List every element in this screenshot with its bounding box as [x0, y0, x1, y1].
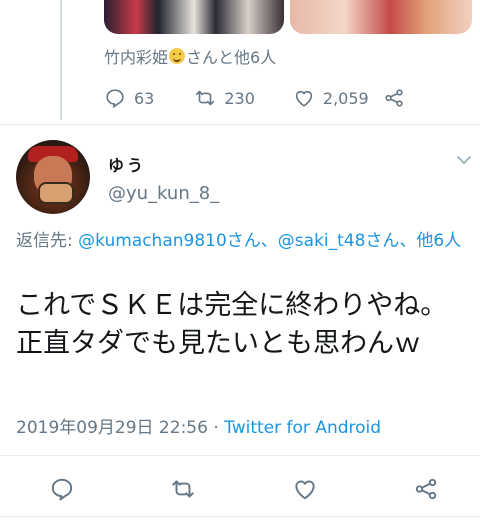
avatar-fist — [38, 182, 74, 204]
reply-others-link[interactable]: 、他6人 — [399, 231, 461, 251]
reply-count: 63 — [134, 88, 155, 108]
liked-by-row[interactable]: 竹内彩姫 さんと他6人 — [104, 44, 276, 68]
user-handle[interactable]: @yu_kun_8_ — [108, 183, 219, 204]
retweet-count: 230 — [224, 88, 255, 108]
reply-user-link-2[interactable]: @saki_t48さん — [278, 231, 400, 251]
share-icon[interactable] — [413, 476, 439, 502]
source-app-link[interactable]: Twitter for Android — [224, 418, 381, 438]
prev-tweet-actions: 63 230 2,059 — [104, 86, 405, 110]
heart-icon — [295, 90, 313, 107]
share-icon — [385, 89, 403, 107]
like-count-button[interactable]: 2,059 — [293, 87, 369, 109]
tweet-action-bar — [0, 468, 480, 508]
retweet-count-button[interactable]: 230 — [194, 87, 255, 109]
reply-count-button[interactable]: 63 — [104, 87, 154, 109]
tweet-divider — [0, 124, 480, 125]
tweet-timestamp[interactable]: 2019年09月29日 22:56 — [16, 418, 208, 438]
thread-line — [60, 0, 62, 120]
liked-by-suffix: さんと他6人 — [186, 48, 277, 67]
reply-user-link-1[interactable]: @kumachan9810さん — [78, 231, 261, 251]
chevron-down-icon[interactable] — [456, 154, 472, 166]
share-button[interactable] — [383, 87, 405, 109]
like-count: 2,059 — [322, 88, 369, 108]
display-name[interactable]: ゆう — [108, 152, 146, 176]
tweet-meta: 2019年09月29日 22:56 · Twitter for Android — [16, 413, 381, 438]
tweet-text: これでＳＫＥは完全に終わりやね。正直タダでも見たいとも思わんｗ — [16, 290, 448, 359]
meta-separator: · — [207, 418, 225, 438]
replying-to: 返信先: @kumachan9810さん、@saki_t48さん、他6人 — [16, 229, 472, 254]
reply-icon — [106, 89, 124, 108]
avatar[interactable] — [16, 140, 90, 214]
bottom-divider — [0, 516, 480, 517]
actions-divider — [0, 455, 480, 456]
reply-separator: 、 — [260, 231, 278, 251]
retweet-icon[interactable] — [170, 476, 196, 502]
reply-icon[interactable] — [49, 476, 75, 502]
smile-emoji-icon — [169, 48, 186, 64]
liked-by-name: 竹内彩姫 — [104, 48, 169, 67]
heart-icon[interactable] — [292, 476, 318, 502]
retweet-icon — [196, 90, 215, 106]
attached-photo-1[interactable] — [104, 0, 284, 34]
attached-photo-2[interactable] — [290, 0, 472, 34]
reply-prefix: 返信先: — [16, 231, 79, 251]
